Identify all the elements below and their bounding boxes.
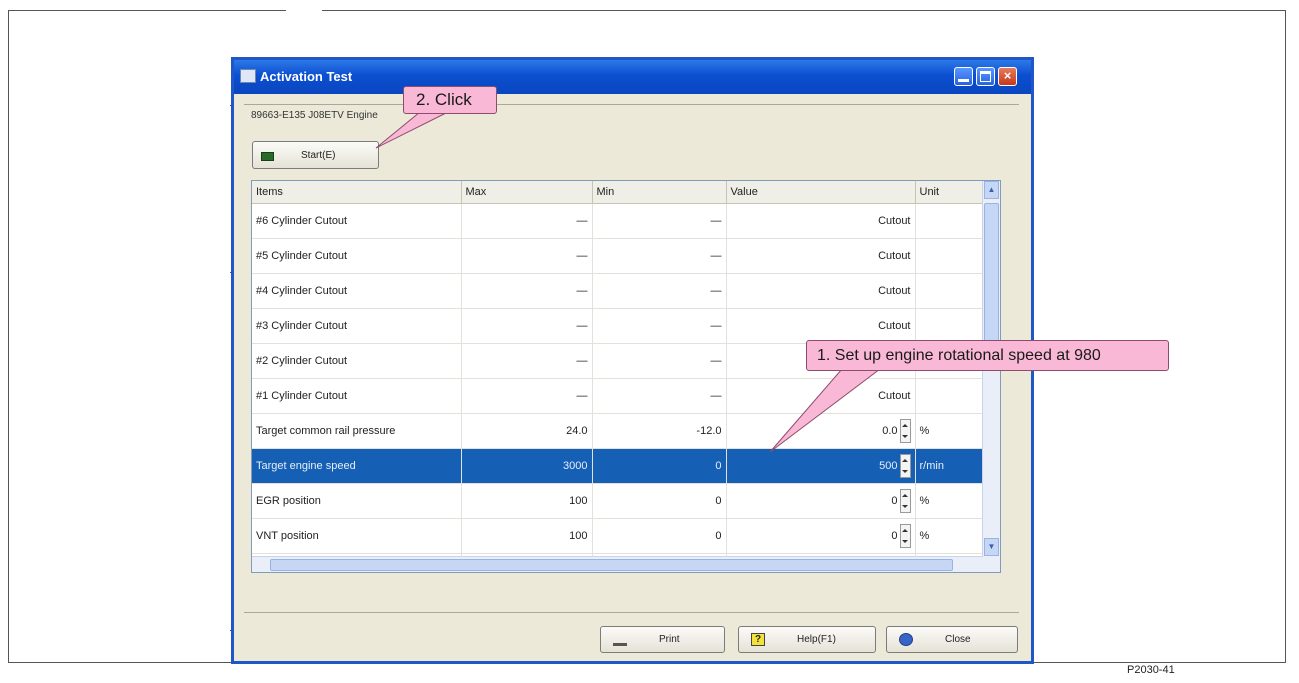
callout-step-1: 1. Set up engine rotational speed at 980 (806, 340, 1169, 371)
callout-2-pointer (375, 111, 449, 149)
callout-step-2: 2. Click (403, 86, 497, 114)
callout-1-pointer (769, 368, 882, 453)
figure-id: P2030-41 (1127, 664, 1175, 676)
